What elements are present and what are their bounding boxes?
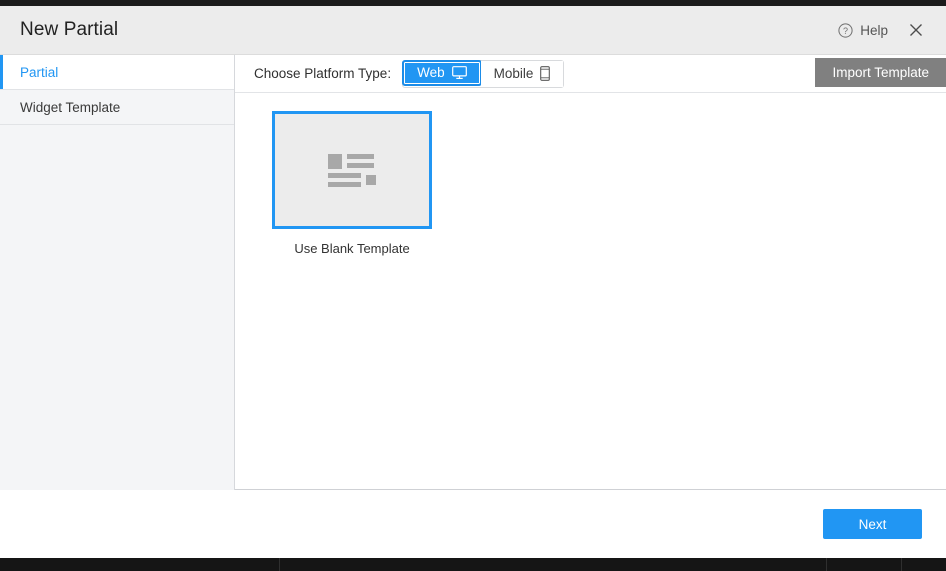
new-partial-dialog: New Partial ? Help xyxy=(0,6,946,558)
sidebar-item-partial[interactable]: Partial xyxy=(0,55,234,90)
platform-option-label: Web xyxy=(417,65,445,80)
platform-type-label: Choose Platform Type: xyxy=(254,66,391,81)
template-gallery: Use Blank Template xyxy=(235,93,946,490)
dialog-footer: Next xyxy=(0,490,946,558)
import-template-button[interactable]: Import Template xyxy=(815,58,946,87)
platform-toolbar: Choose Platform Type: Web xyxy=(235,55,946,93)
sidebar: Partial Widget Template xyxy=(0,55,235,501)
mobile-phone-icon xyxy=(540,66,550,81)
background-app-strip-bottom xyxy=(0,558,946,571)
template-thumbnail[interactable] xyxy=(272,111,432,229)
titlebar-actions: ? Help xyxy=(832,18,932,42)
sidebar-item-label: Partial xyxy=(20,65,58,80)
layout-placeholder-icon xyxy=(328,154,376,187)
sidebar-item-label: Widget Template xyxy=(20,100,120,115)
content-pane: Choose Platform Type: Web xyxy=(235,55,946,490)
question-circle-icon: ? xyxy=(838,23,853,38)
dialog-body: Partial Widget Template Choose Platform … xyxy=(0,55,946,490)
sidebar-item-widget-template[interactable]: Widget Template xyxy=(0,90,234,125)
help-label: Help xyxy=(860,23,888,38)
dialog-titlebar: New Partial ? Help xyxy=(0,6,946,55)
template-card-use-blank-template[interactable]: Use Blank Template xyxy=(272,111,432,256)
help-button[interactable]: ? Help xyxy=(832,19,894,42)
svg-text:?: ? xyxy=(843,26,848,36)
platform-type-toggle: Web Mobile xyxy=(402,60,564,88)
close-icon xyxy=(909,23,923,37)
platform-option-mobile[interactable]: Mobile xyxy=(481,61,564,87)
platform-option-web[interactable]: Web xyxy=(402,60,482,86)
platform-option-label: Mobile xyxy=(494,66,534,81)
next-button[interactable]: Next xyxy=(823,509,922,539)
dialog-title: New Partial xyxy=(20,19,118,41)
monitor-icon xyxy=(452,66,467,80)
template-caption: Use Blank Template xyxy=(272,241,432,256)
close-button[interactable] xyxy=(900,18,932,42)
